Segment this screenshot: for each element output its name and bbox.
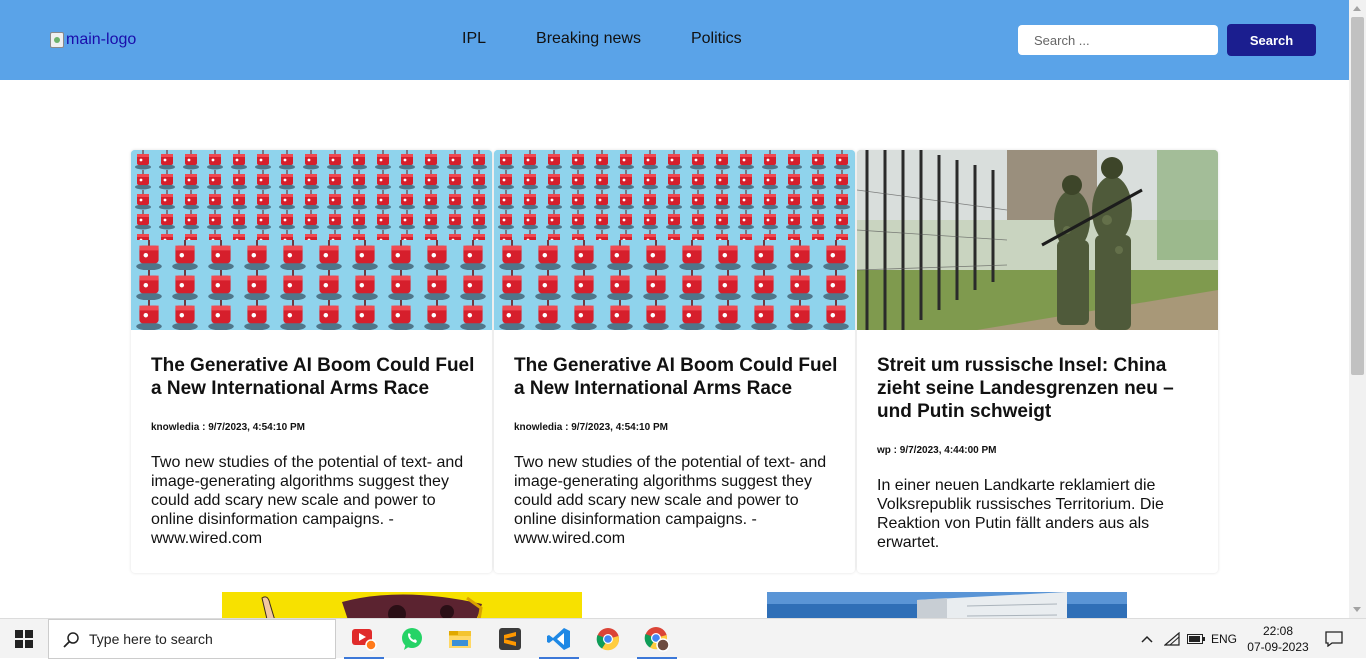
vscode-icon	[547, 628, 570, 650]
search-icon	[63, 632, 79, 648]
taskbar-clock[interactable]: 22:08 07-09-2023	[1244, 623, 1312, 655]
whatsapp-icon	[402, 628, 422, 650]
sublime-text-icon	[499, 628, 521, 650]
taskbar-app-chrome[interactable]	[584, 619, 632, 659]
article-image-soldiers-border-fence	[857, 150, 1218, 330]
broken-image-icon	[50, 32, 64, 48]
page-scrollbar[interactable]	[1349, 0, 1366, 618]
news-card[interactable]: Streit um russische Insel: China zieht s…	[857, 150, 1218, 573]
taskbar-app-chrome-profile[interactable]	[633, 619, 681, 659]
taskbar-app-file-explorer[interactable]	[436, 619, 484, 659]
battery-icon	[1187, 634, 1205, 644]
taskbar-app-sublime-text[interactable]	[486, 619, 534, 659]
windows-taskbar: Type here to search ENG 22:08 07-09-2023	[0, 618, 1366, 659]
news-card[interactable]: The Generative AI Boom Could Fuel a New …	[494, 150, 855, 573]
nav-link-ipl[interactable]: IPL	[462, 30, 486, 48]
screen-recorder-icon	[352, 629, 377, 651]
tray-battery[interactable]	[1186, 619, 1206, 659]
article-description: Two new studies of the potential of text…	[514, 454, 827, 547]
chevron-up-icon	[1141, 635, 1153, 643]
notification-icon	[1325, 631, 1343, 647]
tray-overflow-chevron[interactable]	[1138, 619, 1156, 659]
main-logo[interactable]: main-logo	[50, 31, 136, 49]
navbar: main-logo IPL Breaking news Politics Sea…	[0, 0, 1349, 80]
nav-link-politics[interactable]: Politics	[691, 30, 742, 48]
article-meta: knowledia : 9/7/2023, 4:54:10 PM	[514, 422, 668, 433]
tray-language[interactable]: ENG	[1208, 619, 1240, 659]
nav-link-breaking-news[interactable]: Breaking news	[536, 30, 641, 48]
tray-network[interactable]	[1162, 619, 1182, 659]
windows-logo-icon	[15, 630, 33, 648]
clock-time: 22:08	[1262, 624, 1294, 638]
taskbar-app-vscode[interactable]	[535, 619, 583, 659]
article-image-robots	[131, 150, 492, 330]
article-title[interactable]: Streit um russische Insel: China zieht s…	[877, 354, 1203, 423]
browser-viewport: main-logo IPL Breaking news Politics Sea…	[0, 0, 1349, 618]
taskbar-app-screen-recorder[interactable]	[340, 619, 388, 659]
taskbar-search-placeholder: Type here to search	[89, 631, 213, 647]
article-meta: knowledia : 9/7/2023, 4:54:10 PM	[151, 422, 305, 433]
card-body: Streit um russische Insel: China zieht s…	[877, 354, 1203, 552]
article-title[interactable]: The Generative AI Boom Could Fuel a New …	[151, 354, 477, 400]
taskbar-search-box[interactable]: Type here to search	[48, 619, 336, 659]
scroll-up-arrow-icon[interactable]	[1353, 6, 1361, 11]
card-body: The Generative AI Boom Could Fuel a New …	[514, 354, 840, 548]
news-card-partial-cartoon[interactable]	[222, 592, 582, 618]
news-card[interactable]: The Generative AI Boom Could Fuel a New …	[131, 150, 492, 573]
wifi-icon	[1164, 632, 1180, 646]
article-description: Two new studies of the potential of text…	[151, 454, 464, 547]
card-body: The Generative AI Boom Could Fuel a New …	[151, 354, 477, 548]
scrollbar-thumb[interactable]	[1351, 17, 1364, 375]
start-button[interactable]	[0, 619, 48, 659]
article-image-robots	[494, 150, 855, 330]
logo-alt-text: main-logo	[66, 31, 137, 48]
article-meta: wp : 9/7/2023, 4:44:00 PM	[877, 445, 997, 456]
file-explorer-icon	[449, 631, 471, 648]
chrome-icon	[596, 628, 620, 651]
nav-links: IPL Breaking news Politics	[462, 30, 742, 48]
chrome-profile-icon	[644, 627, 670, 652]
search-input[interactable]	[1018, 25, 1218, 55]
search-button[interactable]: Search	[1227, 24, 1316, 56]
taskbar-app-whatsapp[interactable]	[388, 619, 436, 659]
article-title[interactable]: The Generative AI Boom Could Fuel a New …	[514, 354, 840, 400]
article-description: In einer neuen Landkarte reklamiert die …	[877, 477, 1164, 551]
clock-date: 07-09-2023	[1247, 640, 1309, 654]
news-card-partial-building[interactable]	[767, 592, 1127, 618]
scroll-down-arrow-icon[interactable]	[1353, 607, 1361, 612]
tray-notifications[interactable]	[1320, 619, 1348, 659]
